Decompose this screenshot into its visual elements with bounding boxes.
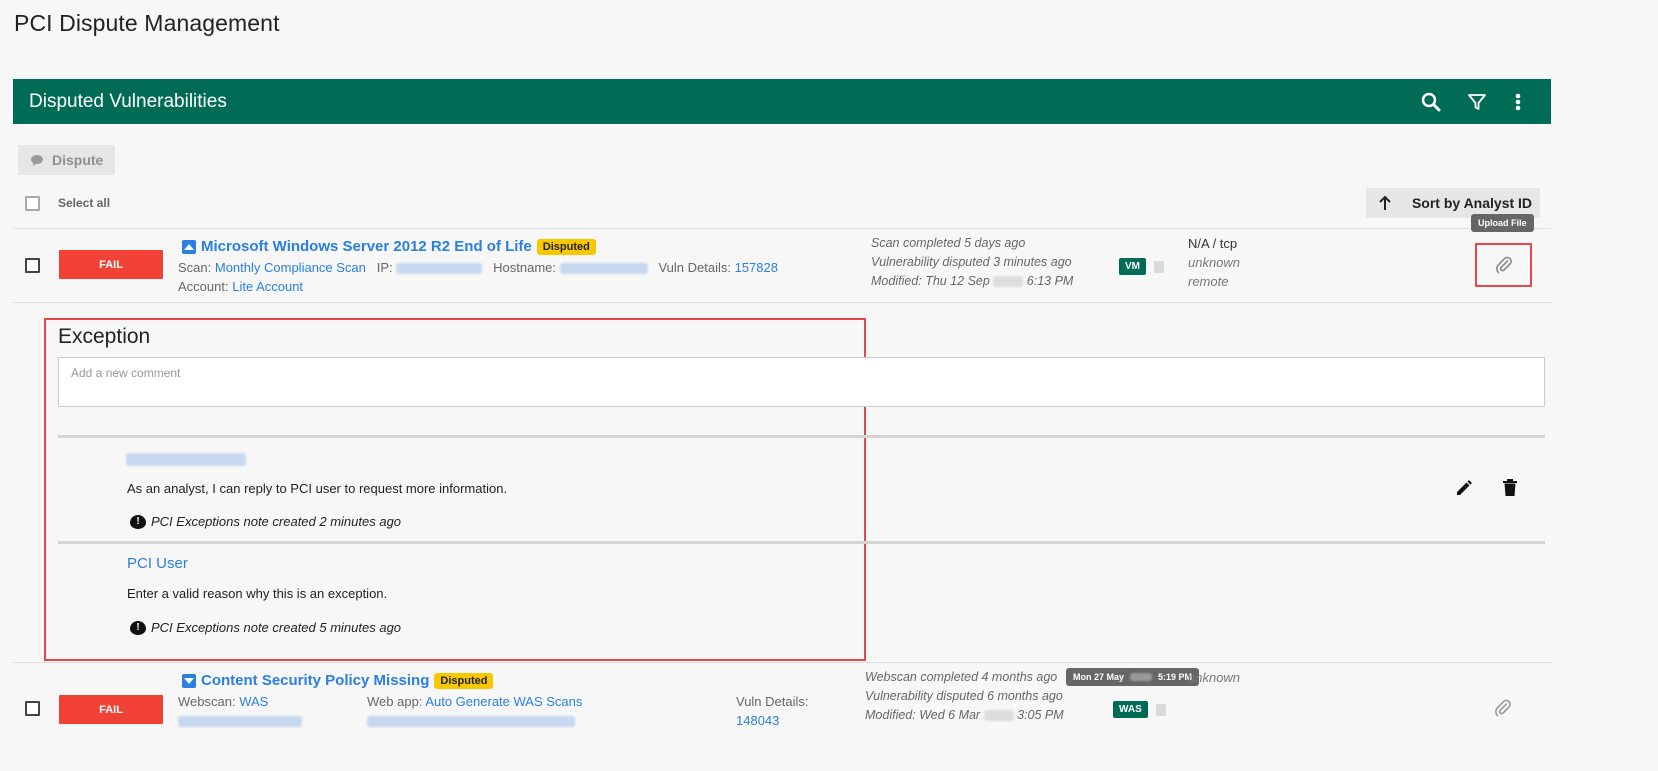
vuln-details-link[interactable]: 148043: [736, 713, 779, 728]
scan-link[interactable]: Monthly Compliance Scan: [215, 260, 366, 275]
select-all-checkbox[interactable]: [25, 196, 40, 211]
protocol-info: N/A / tcp unknown remote: [1188, 236, 1241, 289]
vuln-details-link[interactable]: 157828: [735, 260, 778, 275]
vuln-title-link[interactable]: Microsoft Windows Server 2012 R2 End of …: [182, 238, 596, 255]
comment-author[interactable]: PCI User: [127, 555, 188, 572]
account-link[interactable]: Lite Account: [232, 279, 303, 294]
status-badge: FAIL: [59, 695, 163, 724]
divider: [58, 435, 1545, 438]
header-title: Disputed Vulnerabilities: [29, 91, 227, 112]
vm-tag: VM: [1119, 258, 1146, 275]
divider: [13, 228, 1551, 229]
more-vert-icon[interactable]: [1506, 90, 1530, 114]
page-title: PCI Dispute Management: [14, 10, 280, 36]
divider: [58, 541, 1545, 544]
comment-note: ! PCI Exceptions note created 2 minutes …: [130, 514, 401, 529]
divider: [13, 302, 1551, 303]
comment-body: As an analyst, I can reply to PCI user t…: [127, 481, 508, 496]
account-line: Account: Lite Account: [178, 279, 304, 294]
disputed-badge: Disputed: [536, 238, 596, 255]
paperclip-icon[interactable]: [1494, 698, 1512, 723]
webapp-line: Web app: Auto Generate WAS Scans: [367, 694, 583, 709]
filter-icon[interactable]: [1465, 90, 1489, 114]
vuln-title: Microsoft Windows Server 2012 R2 End of …: [201, 238, 532, 255]
disputed-badge: Disputed: [434, 672, 494, 689]
upload-file-button[interactable]: [1475, 243, 1532, 287]
row-checkbox[interactable]: [25, 701, 40, 716]
sort-direction-button[interactable]: [1366, 188, 1404, 218]
source-tags: WAS: [1113, 701, 1166, 718]
edit-icon[interactable]: [1455, 478, 1474, 502]
delete-icon[interactable]: [1502, 478, 1518, 502]
document-icon: [1154, 260, 1164, 273]
comment-note: ! PCI Exceptions note created 5 minutes …: [130, 620, 401, 635]
arrow-up-icon: [1379, 195, 1391, 210]
row-timeline: Scan completed 5 days ago Vulnerability …: [871, 236, 1074, 288]
webapp-link[interactable]: Auto Generate WAS Scans: [425, 694, 582, 709]
comment-icon: [31, 154, 43, 166]
was-tag: WAS: [1113, 701, 1148, 718]
document-icon: [1155, 703, 1166, 716]
webscan-link[interactable]: WAS: [239, 694, 268, 709]
expand-icon[interactable]: [182, 673, 196, 688]
comment-author-redacted[interactable]: [126, 451, 246, 469]
row-checkbox[interactable]: [25, 258, 40, 273]
vuln-title: Content Security Policy Missing: [201, 672, 430, 689]
webscan-line: Webscan: WAS: [178, 694, 269, 709]
status-badge: FAIL: [59, 250, 163, 279]
exclamation-bubble-icon: !: [130, 620, 146, 635]
protocol-info: unknown: [1188, 670, 1241, 685]
collapse-icon[interactable]: [182, 239, 196, 254]
exclamation-bubble-icon: !: [130, 514, 146, 529]
paperclip-icon: [1495, 256, 1512, 274]
comment-body: Enter a valid reason why this is an exce…: [127, 586, 388, 601]
comment-input[interactable]: Add a new comment: [58, 357, 1545, 407]
hostname-redacted: [559, 263, 648, 275]
source-tags: VM: [1119, 258, 1164, 275]
row-meta-line: Scan: Monthly Compliance Scan IP: Hostna…: [178, 260, 778, 275]
exception-title: Exception: [58, 325, 151, 348]
row-timeline: Webscan completed 4 months ago Vulnerabi…: [865, 670, 1064, 722]
vuln-details-label: Vuln Details:: [736, 694, 809, 709]
vuln-title-link[interactable]: Content Security Policy Missing Disputed: [182, 672, 494, 689]
dispute-label: Dispute: [52, 152, 104, 168]
webscan-url-redacted[interactable]: [178, 713, 302, 731]
search-icon[interactable]: [1419, 90, 1443, 114]
dispute-button[interactable]: Dispute: [18, 145, 115, 175]
upload-tooltip: Upload File: [1471, 214, 1534, 232]
ip-redacted: [396, 263, 483, 275]
date-tooltip: Mon 27 May 5:19 PM: [1066, 668, 1200, 686]
select-all-label: Select all: [58, 196, 111, 210]
header-bar: Disputed Vulnerabilities: [13, 79, 1551, 124]
webapp-url-redacted[interactable]: [367, 713, 575, 731]
divider: [13, 662, 1551, 663]
